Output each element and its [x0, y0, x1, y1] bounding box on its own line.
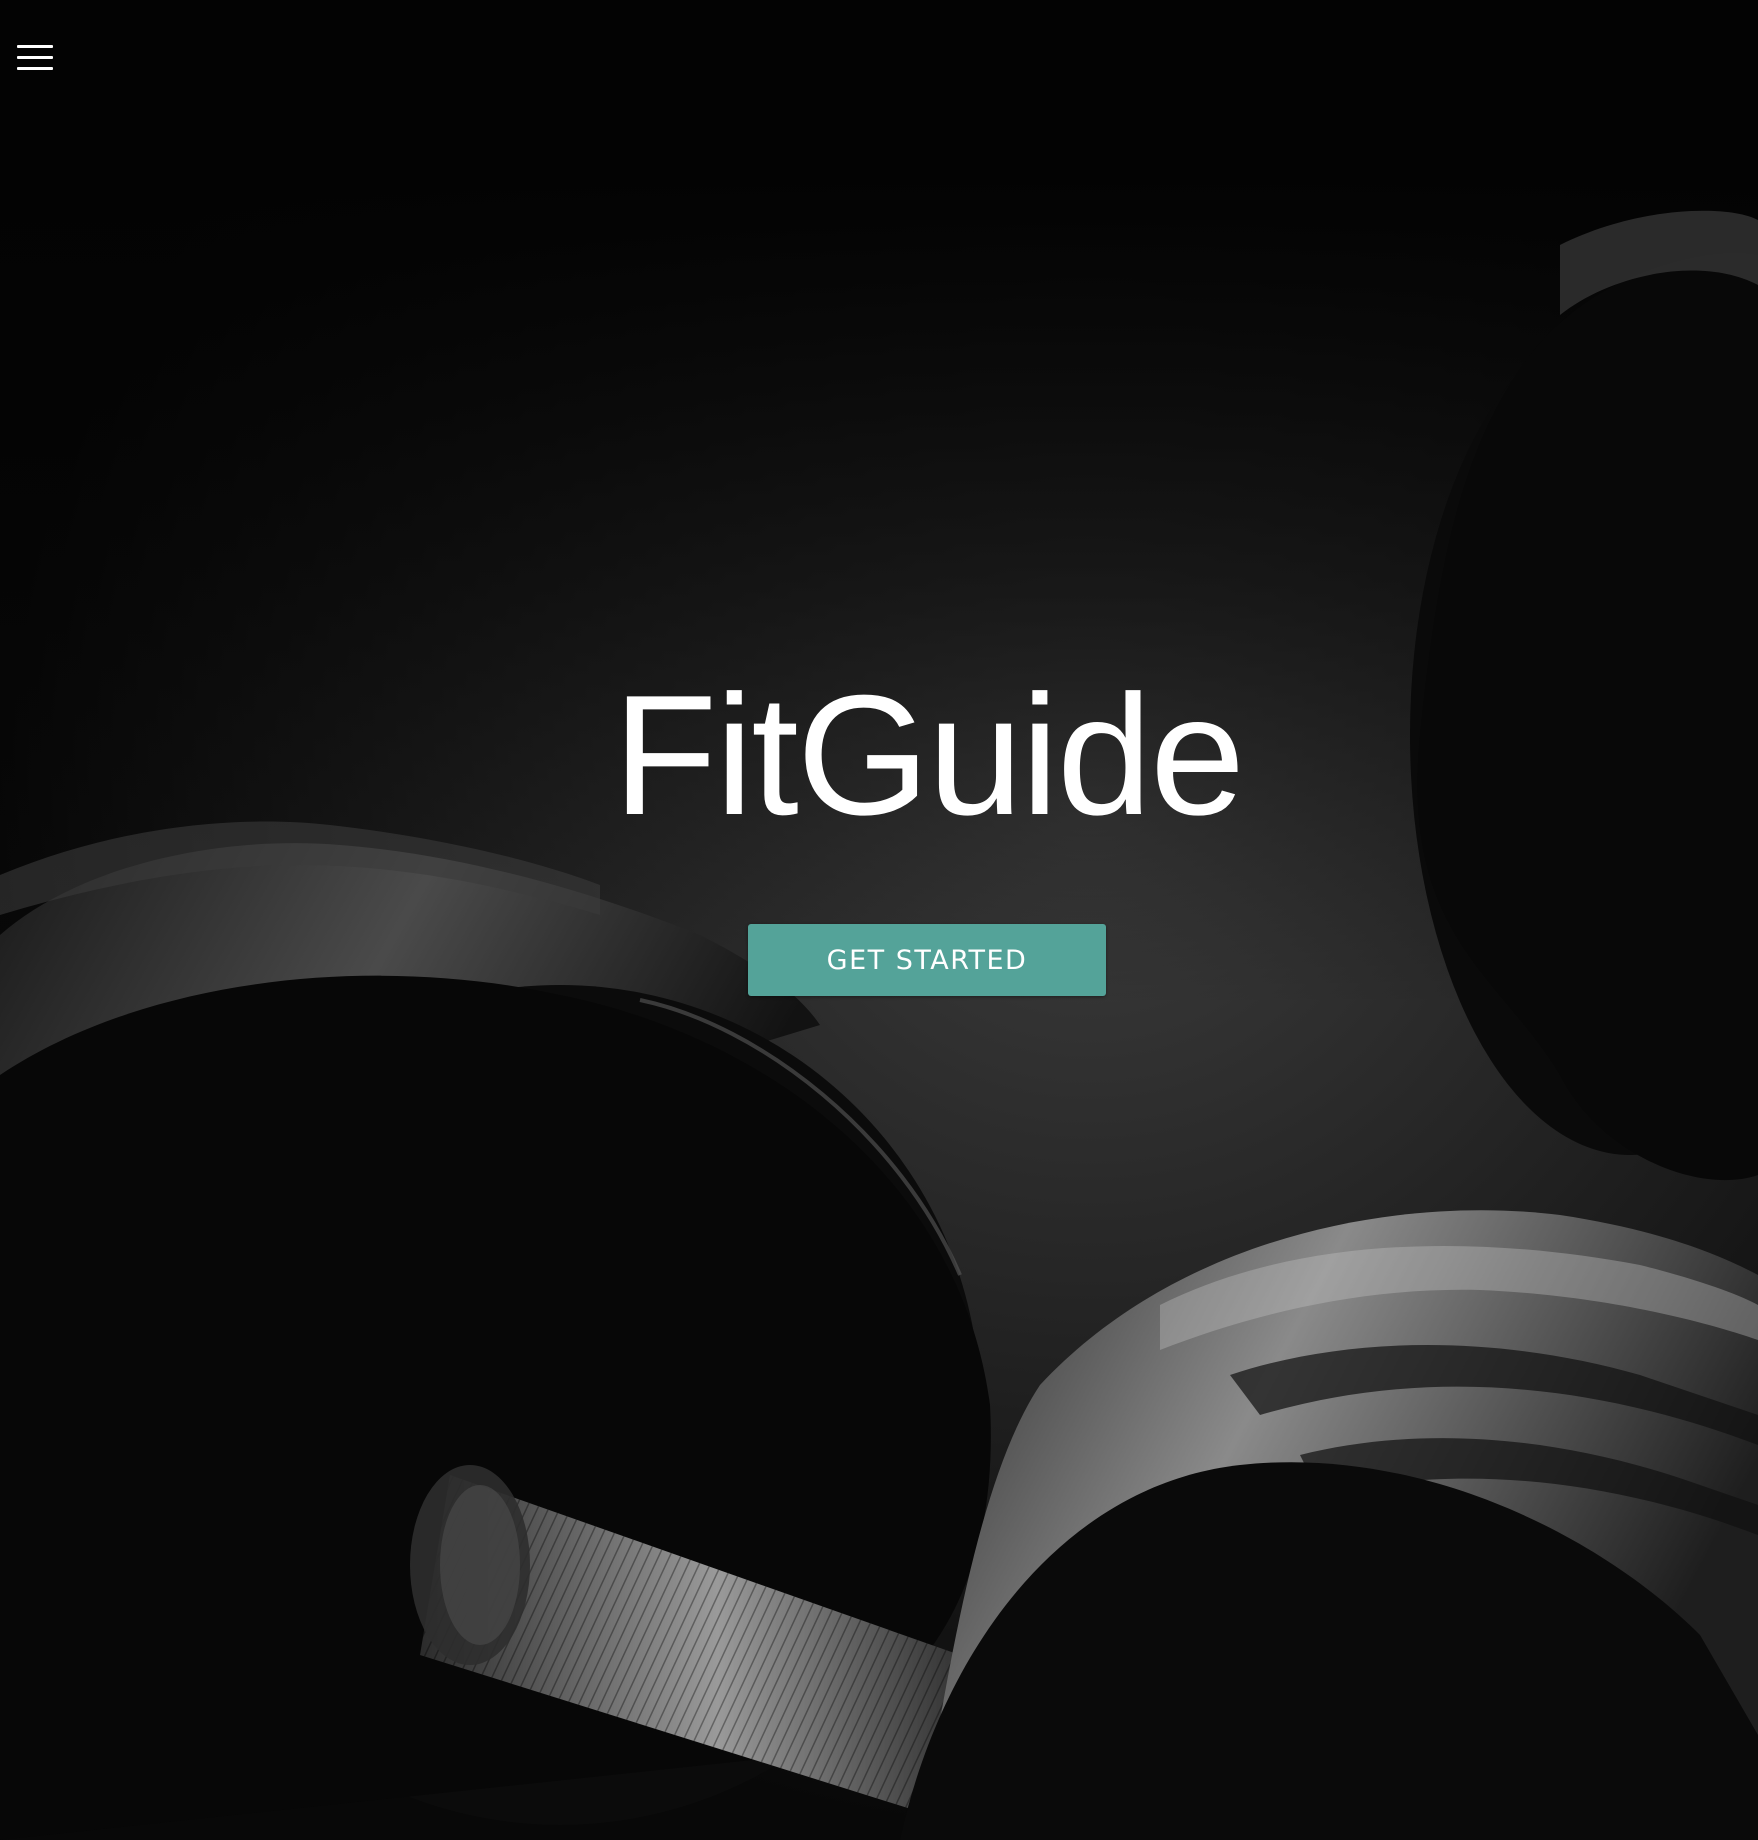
hero-background-image — [0, 175, 1758, 1840]
menu-bar-middle — [17, 56, 53, 59]
menu-bar-bottom — [17, 67, 53, 70]
top-nav-bar — [0, 0, 1758, 175]
hamburger-menu-icon[interactable] — [14, 42, 54, 74]
landing-page: FitGuide GET STARTED — [0, 0, 1758, 1840]
menu-bar-top — [17, 45, 53, 48]
get-started-button[interactable]: GET STARTED — [748, 924, 1106, 996]
